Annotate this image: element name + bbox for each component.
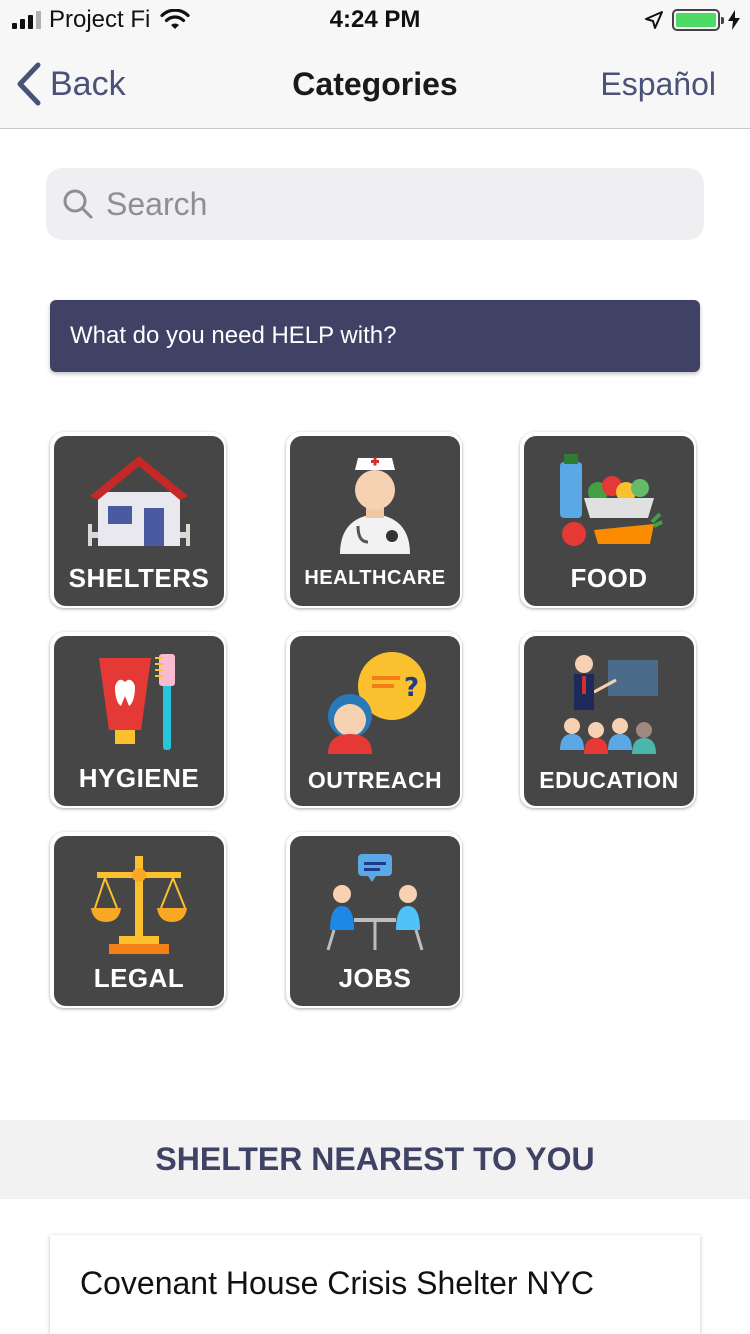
status-time: 4:24 PM: [329, 6, 421, 33]
search-bar[interactable]: [46, 168, 704, 240]
category-tile-legal[interactable]: LEGAL: [50, 832, 226, 1008]
category-label: OUTREACH: [307, 767, 443, 793]
shelter-name: Covenant House Crisis Shelter NYC: [80, 1265, 594, 1301]
category-label: LEGAL: [93, 963, 185, 993]
house-icon: [88, 456, 190, 546]
category-tile-outreach[interactable]: ? OUTREACH: [286, 632, 462, 808]
status-bar: Project Fi 4:24 PM: [0, 0, 750, 40]
help-banner: What do you need HELP with?: [50, 300, 700, 372]
language-toggle-button[interactable]: Español: [600, 66, 716, 103]
category-label: HEALTHCARE: [304, 567, 446, 589]
nearest-shelter-card[interactable]: Covenant House Crisis Shelter NYC: [50, 1235, 700, 1334]
category-tile-healthcare[interactable]: HEALTHCARE: [286, 432, 462, 608]
battery-icon: [672, 9, 724, 31]
category-label: SHELTERS: [68, 563, 210, 593]
charging-bolt-icon: [728, 10, 740, 30]
person-question-bubble-icon: ?: [328, 652, 426, 754]
search-input[interactable]: [106, 185, 666, 223]
category-tile-jobs[interactable]: JOBS: [286, 832, 462, 1008]
classroom-icon: [560, 655, 658, 754]
svg-text:?: ?: [404, 673, 419, 703]
navigation-bar: Back Categories Español: [0, 40, 750, 129]
category-tile-food[interactable]: FOOD: [520, 432, 696, 608]
nearest-shelter-header: SHELTER NEAREST TO YOU: [0, 1120, 750, 1199]
category-label: JOBS: [338, 963, 412, 993]
toothpaste-toothbrush-icon: [99, 654, 175, 750]
search-icon: [63, 189, 93, 219]
status-right: [644, 6, 740, 34]
category-tile-education[interactable]: EDUCATION: [520, 632, 696, 808]
food-basket-icon: [560, 454, 663, 546]
nurse-icon: [340, 457, 410, 554]
location-arrow-icon: [645, 11, 663, 29]
category-label: EDUCATION: [539, 767, 679, 793]
category-tile-shelters[interactable]: SHELTERS: [50, 432, 226, 608]
interview-icon: [326, 854, 424, 951]
category-tile-hygiene[interactable]: HYGIENE: [50, 632, 226, 808]
scales-of-justice-icon: [91, 856, 187, 954]
category-label: HYGIENE: [78, 763, 200, 793]
category-label: FOOD: [570, 563, 648, 593]
